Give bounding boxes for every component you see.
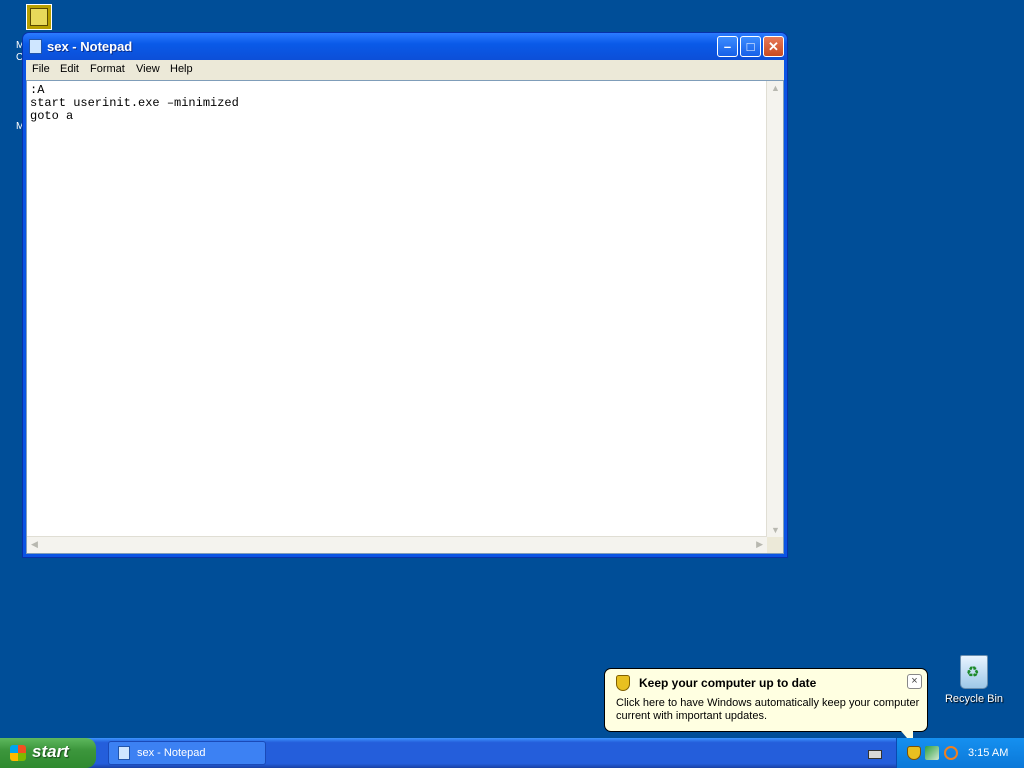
notepad-window: sex - Notepad – □ ✕ File Edit Format Vie… (22, 32, 788, 558)
menu-file[interactable]: File (32, 63, 50, 75)
security-shield-icon (616, 675, 630, 691)
start-label: start (32, 742, 69, 761)
text-editor[interactable]: :A start userinit.exe –minimized goto a … (26, 80, 784, 554)
recycle-bin-icon (960, 655, 988, 689)
recycle-bin-label: Recycle Bin (944, 693, 1004, 705)
scroll-up-arrow-icon[interactable]: ▲ (771, 83, 780, 93)
balloon-close-button[interactable]: × (907, 674, 922, 689)
resize-grip-icon[interactable] (767, 537, 783, 553)
title-bar[interactable]: sex - Notepad – □ ✕ (23, 33, 787, 60)
taskbar-button-label: sex - Notepad (137, 747, 206, 759)
notepad-icon (118, 746, 130, 760)
scroll-down-arrow-icon[interactable]: ▼ (771, 525, 780, 535)
minimize-button[interactable]: – (717, 36, 738, 57)
menu-bar: File Edit Format View Help (26, 60, 784, 80)
update-notification-balloon[interactable]: Keep your computer up to date × Click he… (604, 668, 928, 745)
vertical-scrollbar[interactable]: ▲ ▼ (766, 81, 783, 537)
taskbar-button-notepad[interactable]: sex - Notepad (108, 741, 266, 765)
security-shield-icon[interactable] (907, 746, 921, 760)
network-icon[interactable] (925, 746, 939, 760)
maximize-button[interactable]: □ (740, 36, 761, 57)
scroll-right-arrow-icon[interactable]: ▶ (756, 539, 763, 550)
balloon-body[interactable]: Click here to have Windows automatically… (616, 697, 921, 723)
menu-edit[interactable]: Edit (60, 63, 79, 75)
scroll-left-arrow-icon[interactable]: ◀ (31, 539, 38, 550)
balloon-title: Keep your computer up to date (639, 676, 817, 690)
document-text[interactable]: :A start userinit.exe –minimized goto a (30, 84, 239, 123)
desktop-shortcut-icon[interactable] (26, 4, 52, 30)
menu-view[interactable]: View (136, 63, 160, 75)
windows-logo-icon (10, 745, 26, 761)
taskbar: start sex - Notepad 3:15 AM (0, 738, 1024, 768)
start-button[interactable]: start (0, 738, 96, 768)
notepad-icon[interactable] (29, 39, 42, 54)
keyboard-icon[interactable] (868, 750, 882, 759)
menu-format[interactable]: Format (90, 63, 125, 75)
search-icon[interactable] (944, 746, 958, 760)
horizontal-scrollbar[interactable]: ◀ ▶ (27, 536, 767, 553)
recycle-bin[interactable]: Recycle Bin (936, 655, 1012, 705)
window-title: sex - Notepad (47, 39, 133, 54)
clock[interactable]: 3:15 AM (968, 747, 1008, 759)
close-button[interactable]: ✕ (763, 36, 784, 57)
menu-help[interactable]: Help (170, 63, 193, 75)
system-tray: 3:15 AM (896, 738, 1024, 768)
